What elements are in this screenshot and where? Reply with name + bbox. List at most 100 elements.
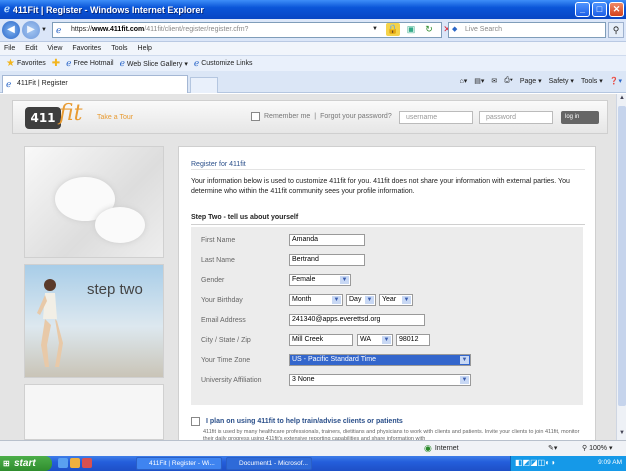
task-word-document[interactable]: Document1 - Microsof... (226, 457, 312, 470)
favorites-button[interactable]: ★ Favorites (6, 58, 46, 69)
task-word-label: Document1 - Microsof... (239, 460, 308, 467)
location-label: City / State / Zip (201, 336, 251, 344)
feeds-icon[interactable]: ▤▾ (474, 77, 484, 85)
forgot-password-link[interactable]: Forgot your password? (320, 113, 392, 120)
trainer-checkbox[interactable] (191, 417, 200, 426)
zoom-level: 100% (589, 445, 607, 452)
scroll-down-icon[interactable]: ▼ (618, 430, 626, 439)
window-title: 411Fit | Register - Windows Internet Exp… (12, 4, 204, 15)
decorative-panel-bottom (24, 384, 164, 440)
birthday-label: Your Birthday (201, 296, 243, 304)
search-icon[interactable]: ⚲ (608, 22, 624, 38)
remember-me-checkbox[interactable] (251, 112, 260, 121)
favorite-link-customize[interactable]: ℯ Customize Links (194, 58, 253, 69)
menu-favorites[interactable]: Favorites (72, 45, 101, 52)
favorite-link-label: Customize Links (201, 60, 253, 67)
menu-tools[interactable]: Tools (111, 45, 127, 52)
login-button[interactable]: log in (561, 111, 599, 124)
new-tab-button[interactable] (190, 77, 218, 93)
clock[interactable]: 9:09 AM (598, 459, 622, 466)
media-quicklaunch-icon[interactable] (82, 458, 92, 468)
start-button[interactable]: ⊞ start (0, 456, 52, 471)
refresh-icon[interactable]: ↻ (422, 23, 436, 36)
address-dropdown-icon[interactable]: ▼ (368, 23, 382, 36)
menu-view[interactable]: View (47, 45, 62, 52)
tools-menu[interactable]: Tools ▾ (581, 77, 603, 85)
zoom-control[interactable]: ⚲ 100% ▾ (582, 444, 612, 452)
favorite-link-hotmail[interactable]: ℯ Free Hotmail (66, 58, 113, 69)
menu-edit[interactable]: Edit (25, 45, 37, 52)
first-name-input[interactable]: Amanda (289, 234, 365, 246)
protected-mode-icon[interactable]: ✎▾ (548, 444, 557, 452)
birthday-row: Your Birthday Month ▼ Day ▼ Year ▼ (201, 293, 413, 307)
maximize-button[interactable]: □ (592, 2, 607, 17)
birth-month-select[interactable]: Month ▼ (289, 294, 343, 306)
timezone-select[interactable]: US - Pacific Standard Time ▼ (289, 354, 471, 366)
tray-icons[interactable]: ◧◩◪◫◐◑ (515, 458, 555, 467)
menu-file[interactable]: File (4, 45, 15, 52)
scroll-thumb[interactable] (618, 106, 626, 406)
step-label: step two (87, 281, 143, 298)
minimize-button[interactable]: _ (575, 2, 590, 17)
birth-day-value: Day (349, 296, 362, 303)
security-zone[interactable]: ◉ Internet (424, 443, 459, 454)
city-input[interactable]: Mill Creek (289, 334, 353, 346)
compatibility-icon[interactable]: ▣ (404, 23, 418, 36)
back-button[interactable]: ◀ (2, 21, 20, 39)
birth-year-value: Year (382, 296, 397, 303)
chevron-down-icon: ▼ (382, 336, 391, 344)
menu-bar: File Edit View Favorites Tools Help (0, 42, 626, 55)
birth-year-select[interactable]: Year ▼ (379, 294, 413, 306)
folder-quicklaunch-icon[interactable] (70, 458, 80, 468)
site-logo[interactable]: 411 (25, 107, 61, 129)
university-select[interactable]: 3 None ▼ (289, 374, 471, 386)
window-title-bar: ℯ 411Fit | Register - Windows Internet E… (0, 0, 626, 19)
windows-logo-icon: ⊞ (3, 459, 10, 468)
state-select[interactable]: WA ▼ (357, 334, 393, 346)
print-icon[interactable]: ⎙▾ (504, 77, 513, 85)
taskbar: ⊞ start 411Fit | Register - Wi... Docume… (0, 456, 626, 471)
status-bar: ◉ Internet ✎▾ ⚲ 100% ▾ (0, 440, 626, 456)
scroll-up-icon[interactable]: ▲ (618, 95, 626, 104)
home-icon[interactable]: ⌂▾ (460, 77, 468, 85)
page-menu[interactable]: Page ▾ (520, 77, 542, 85)
task-ie-register[interactable]: 411Fit | Register - Wi... (136, 457, 222, 470)
url-scheme: https:// (71, 26, 93, 33)
lock-icon[interactable]: 🔒 (386, 23, 400, 36)
email-input[interactable]: 241340@apps.everettsd.org (289, 314, 425, 326)
favorite-link-webslice[interactable]: ℯ Web Slice Gallery ▾ (120, 58, 188, 69)
last-name-input[interactable]: Bertrand (289, 254, 365, 266)
favorites-bar: ★ Favorites ✚ ℯ Free Hotmail ℯ Web Slice… (0, 55, 626, 71)
password-input[interactable]: password (479, 111, 553, 124)
forward-button[interactable]: ▶ (22, 21, 40, 39)
birth-month-value: Month (292, 296, 312, 303)
gender-row: Gender Female ▼ (201, 273, 351, 287)
close-button[interactable]: ✕ (609, 2, 624, 17)
globe-icon: ◉ (424, 443, 432, 453)
search-input[interactable]: ◆ Live Search (448, 22, 606, 38)
favorite-link-label: Web Slice Gallery ▾ (126, 60, 188, 68)
take-tour-link[interactable]: Take a Tour (97, 114, 133, 121)
ie-icon: ℯ (4, 4, 10, 15)
history-dropdown-icon[interactable]: ▼ (41, 27, 47, 33)
chevron-down-icon: ▾ (608, 445, 613, 452)
vertical-scrollbar[interactable]: ▲ ▼ (616, 94, 626, 440)
last-name-row: Last Name Bertrand (201, 253, 365, 267)
link-icon: ℯ (193, 58, 200, 68)
register-panel: Register for 411fit Your information bel… (178, 146, 596, 446)
help-icon[interactable]: ❓▾ (610, 77, 622, 85)
tab-register[interactable]: ℯ 411Fit | Register (2, 75, 188, 93)
username-input[interactable]: username (399, 111, 473, 124)
add-favorite-button[interactable]: ✚ (52, 58, 60, 69)
gender-select[interactable]: Female ▼ (289, 274, 351, 286)
tab-label: 411Fit | Register (17, 80, 68, 87)
runner-image (37, 279, 63, 367)
email-row: Email Address 241340@apps.everettsd.org (201, 313, 425, 327)
zip-input[interactable]: 98012 (396, 334, 430, 346)
chevron-down-icon: ▼ (402, 296, 411, 304)
safety-menu[interactable]: Safety ▾ (549, 77, 574, 85)
birth-day-select[interactable]: Day ▼ (346, 294, 376, 306)
menu-help[interactable]: Help (138, 45, 152, 52)
ie-quicklaunch-icon[interactable] (58, 458, 68, 468)
mail-icon[interactable]: ✉ (491, 77, 497, 85)
